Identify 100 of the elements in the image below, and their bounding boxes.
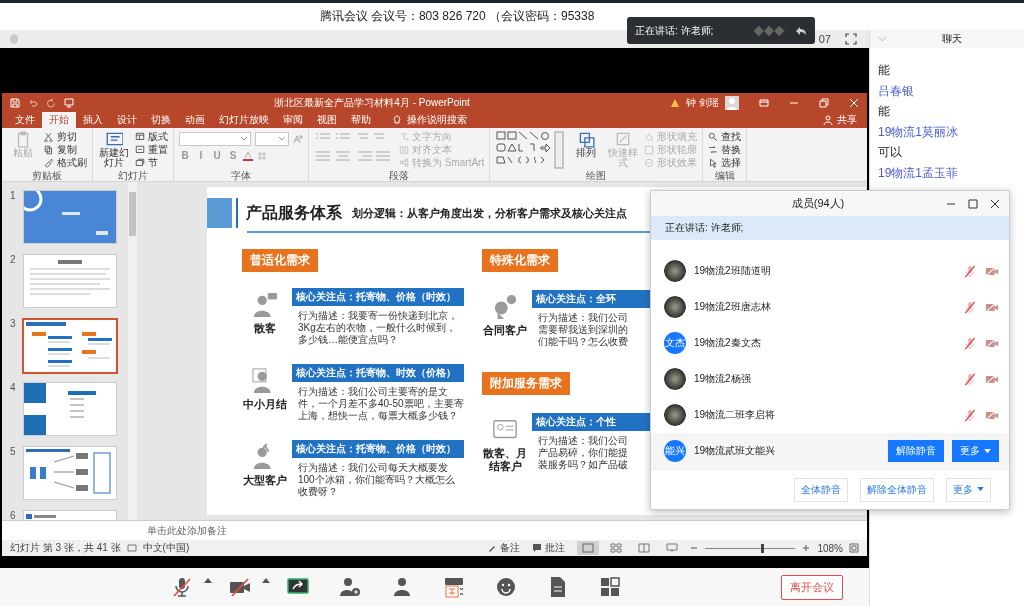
font-size-field[interactable] bbox=[255, 132, 289, 146]
slideshow-icon[interactable] bbox=[64, 97, 74, 108]
sender-name: 19物流1孟玉菲 bbox=[878, 164, 959, 182]
save-icon[interactable] bbox=[10, 97, 20, 108]
ribbon-button[interactable]: 版式 bbox=[135, 130, 168, 143]
caret-icon bbox=[204, 577, 212, 583]
direction-icon bbox=[399, 131, 409, 142]
member-row[interactable]: 19物流2杨强 bbox=[651, 361, 1009, 398]
ribbon-button[interactable]: 重置 bbox=[135, 143, 168, 156]
ribbon-tab[interactable]: 动画 bbox=[178, 112, 212, 128]
format-button[interactable]: I bbox=[195, 150, 207, 161]
members-icon bbox=[391, 576, 413, 598]
member-row[interactable]: 19物流2班唐志林 bbox=[651, 289, 1009, 326]
behavior-description: 行为描述：我们公司每天大概要发100个冰箱，你们能寄吗？大概怎么收费呀？ bbox=[298, 462, 456, 498]
zoom-level[interactable]: 108% bbox=[817, 542, 843, 554]
member-action-button[interactable]: 解除静音 bbox=[888, 440, 944, 463]
member-row[interactable]: 文杰 19物流2秦文杰 bbox=[651, 325, 1009, 362]
ribbon-tab[interactable]: 文件 bbox=[8, 112, 42, 128]
redo-icon[interactable] bbox=[46, 97, 56, 108]
fullscreen-icon[interactable] bbox=[845, 33, 857, 45]
focus-banner: 核心关注点：托寄物、时效（价格） bbox=[292, 364, 464, 382]
muted-mic-icon[interactable] bbox=[963, 372, 977, 386]
muted-mic-icon[interactable] bbox=[963, 336, 977, 350]
head-coin-icon bbox=[492, 294, 518, 320]
focus-banner: 核心关注点：全环 bbox=[532, 290, 650, 308]
ribbon-tab[interactable]: 设计 bbox=[110, 112, 144, 128]
shapes-gallery[interactable] bbox=[495, 130, 566, 170]
ribbon-button[interactable]: 选择 bbox=[708, 156, 742, 169]
customer-type: 大型客户 bbox=[243, 474, 287, 487]
customer-type: 合同客户 bbox=[483, 324, 527, 337]
muted-mic-icon[interactable] bbox=[963, 300, 977, 314]
ribbon-tab[interactable]: 帮助 bbox=[344, 112, 378, 128]
effect-icon bbox=[644, 157, 655, 168]
ribbon-button[interactable]: 排列 bbox=[570, 130, 603, 158]
select-icon bbox=[708, 157, 719, 168]
panel-button[interactable]: 全体静音 bbox=[794, 477, 848, 502]
camera-icon bbox=[229, 576, 251, 598]
muted-mic-icon[interactable] bbox=[963, 408, 977, 422]
share-button[interactable]: 共享 bbox=[823, 112, 867, 128]
panel-button[interactable]: 解除全体静音 bbox=[860, 477, 934, 502]
member-row[interactable]: 能兴 19物流貳班文能兴 解除静音 更多 bbox=[651, 433, 1009, 470]
ribbon-tab[interactable]: 开始 bbox=[42, 112, 76, 128]
font-name-field[interactable] bbox=[179, 132, 251, 146]
scrollbar[interactable] bbox=[128, 182, 137, 520]
description-line: 行为描述：我们公司 bbox=[538, 435, 629, 447]
format-button[interactable]: S bbox=[227, 150, 239, 161]
member-row[interactable]: 19物流二班李启将 bbox=[651, 397, 1009, 434]
leave-meeting-button[interactable]: 离开会议 bbox=[781, 574, 843, 600]
notes-placeholder[interactable]: 单击此处添加备注 bbox=[147, 523, 227, 538]
spellcheck-icon[interactable] bbox=[126, 543, 137, 553]
member-name: 19物流貳班文能兴 bbox=[694, 444, 777, 459]
brush-icon bbox=[44, 157, 54, 168]
font-color-icon[interactable] bbox=[243, 150, 253, 161]
description-line: 行为描述：我们公司 bbox=[538, 312, 629, 324]
ribbon-button[interactable]: 替换 bbox=[708, 143, 742, 156]
ribbon-button[interactable]: 新建幻灯片 bbox=[98, 130, 130, 168]
slide-thumbnail[interactable] bbox=[22, 318, 118, 374]
ribbon-tab[interactable]: 插入 bbox=[76, 112, 110, 128]
ribbon-button[interactable]: 节 bbox=[135, 156, 168, 169]
fit-window-icon[interactable] bbox=[849, 543, 859, 553]
ribbon-tab[interactable]: 视图 bbox=[310, 112, 344, 128]
cut-icon bbox=[44, 131, 54, 142]
ribbon-tab[interactable]: 幻灯片放映 bbox=[212, 112, 276, 128]
member-name: 19物流2班陆道明 bbox=[694, 264, 772, 279]
maximize-icon[interactable] bbox=[967, 197, 979, 210]
ribbon-tab[interactable]: 审阅 bbox=[276, 112, 310, 128]
restore-icon[interactable] bbox=[819, 97, 829, 108]
ribbon-button[interactable]: 格式刷 bbox=[44, 156, 87, 169]
ribbon-button[interactable]: 剪切 bbox=[44, 130, 87, 143]
language[interactable]: 中文(中国) bbox=[142, 541, 190, 555]
zoom-in-icon[interactable] bbox=[801, 543, 812, 553]
slide-icon bbox=[105, 130, 123, 148]
timer: 07 bbox=[818, 33, 831, 45]
ribbon-button[interactable]: 复制 bbox=[44, 143, 87, 156]
format-button[interactable]: U bbox=[211, 150, 223, 161]
member-name: 19物流二班李启将 bbox=[694, 408, 777, 423]
slide-thumbnail[interactable] bbox=[23, 446, 117, 500]
ribbon-tab[interactable]: 切换 bbox=[144, 112, 178, 128]
window-title: 浙北区最新全产品学习材料4月 - PowerPoint bbox=[273, 95, 471, 110]
slide-thumbnail[interactable] bbox=[23, 382, 117, 436]
ribbon-display-icon[interactable] bbox=[759, 97, 769, 108]
avatar: 文杰 bbox=[664, 332, 686, 355]
member-row[interactable]: 19物流2班陆道明 bbox=[651, 253, 1009, 290]
comments-button[interactable]: 批注 bbox=[532, 541, 566, 555]
member-action-button[interactable]: 更多 bbox=[952, 440, 999, 463]
slide-thumbnail[interactable] bbox=[23, 254, 117, 308]
user-avatar[interactable] bbox=[725, 95, 739, 110]
warning-icon[interactable] bbox=[670, 97, 681, 108]
tell-me-search[interactable]: 操作说明搜索 bbox=[392, 112, 467, 128]
close-icon[interactable] bbox=[849, 97, 859, 108]
notes-button[interactable]: 备注 bbox=[487, 541, 521, 555]
undo-icon[interactable] bbox=[28, 97, 38, 108]
normal-view-icon[interactable] bbox=[577, 541, 600, 555]
ribbon-button[interactable]: 查找 bbox=[708, 130, 742, 143]
close-icon[interactable] bbox=[989, 197, 1001, 210]
slide-thumbnail[interactable] bbox=[23, 190, 117, 244]
user-name[interactable]: 钟 剑瑶 bbox=[686, 95, 719, 110]
muted-mic-icon[interactable] bbox=[963, 264, 977, 278]
panel-button[interactable]: 更多 bbox=[946, 477, 991, 502]
slide-number: 4 bbox=[9, 382, 17, 393]
